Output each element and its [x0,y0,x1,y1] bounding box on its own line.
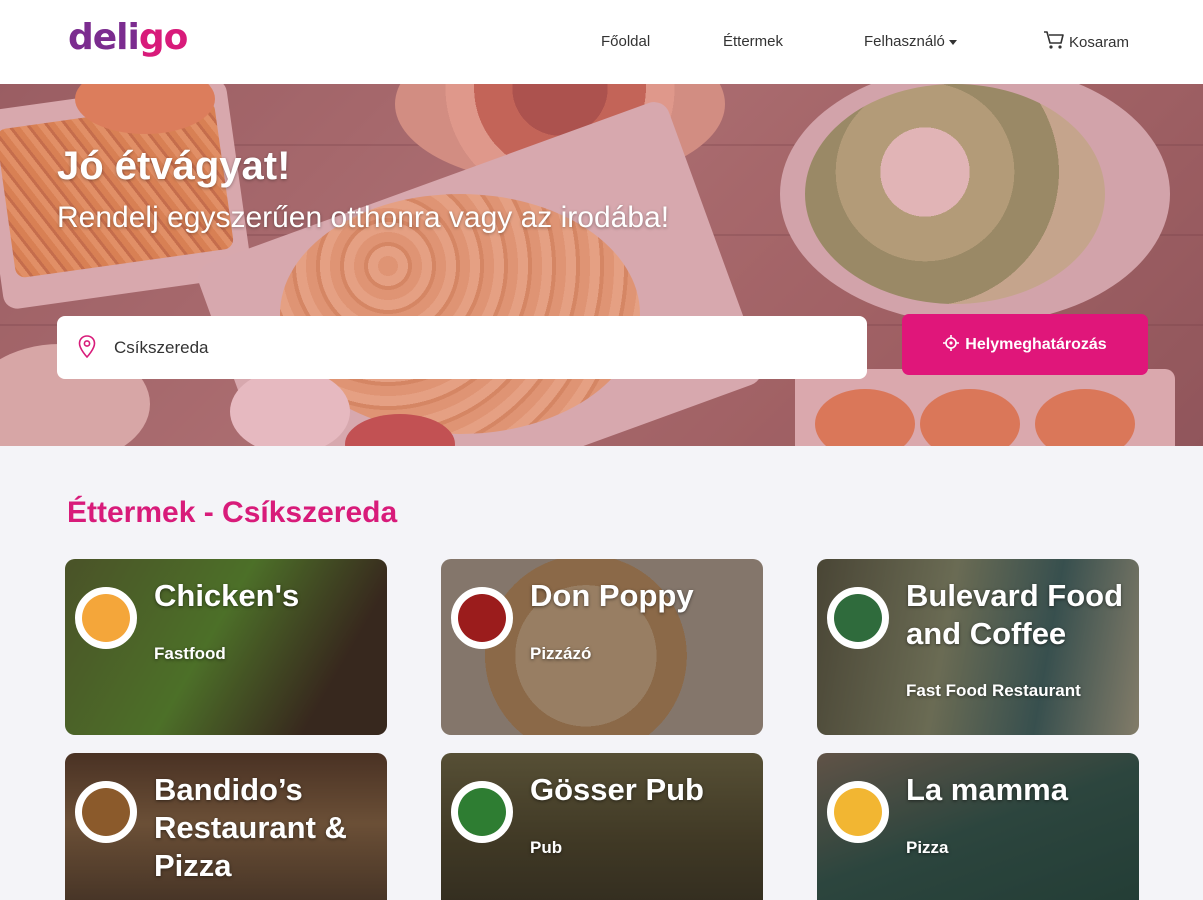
nav-user-label: Felhasználó [864,33,945,50]
bandidos-logo-icon [82,788,130,836]
hero-tint-overlay [0,84,1203,446]
restaurant-name: Bulevard Food and Coffee [906,578,1124,651]
caret-down-icon [948,39,957,45]
gosser-logo-icon [458,788,506,836]
hero-title: Jó étvágyat! [57,144,291,188]
nav-cart-link[interactable]: Kosaram [1043,30,1129,55]
restaurant-name: Bandido’s Restaurant & Pizza [154,772,347,883]
restaurant-card[interactable]: Chicken's Fastfood [65,559,387,735]
location-pin-icon [78,335,96,359]
la-mamma-logo-icon [834,788,882,836]
logo-text-part1: deli [68,17,140,58]
restaurant-name: Don Poppy [530,578,694,613]
nav-home-link[interactable]: Főoldal [601,30,650,54]
restaurants-section-title: Éttermek - Csíkszereda [67,496,398,529]
restaurant-logo [451,587,513,649]
locate-me-button[interactable]: Helymeghatározás [902,314,1148,375]
hero-subtitle: Rendelj egyszerűen otthonra vagy az irod… [57,201,670,234]
navbar: deligo Főoldal Éttermek Felhasználó Kosa… [0,0,1203,84]
restaurant-card[interactable]: Bandido’s Restaurant & Pizza [65,753,387,900]
restaurant-type: Fast Food Restaurant [906,681,1081,700]
restaurant-logo [451,781,513,843]
restaurant-card[interactable]: Don Poppy Pizzázó [441,559,763,735]
restaurant-name: Gösser Pub [530,772,704,807]
cart-icon [1044,31,1064,49]
restaurant-type: Fastfood [154,644,226,663]
restaurant-type: Pizza [906,838,949,857]
location-search-input[interactable]: Csíkszereda [57,316,867,379]
restaurant-name: Chicken's [154,578,300,613]
restaurant-card[interactable]: La mamma Pizza [817,753,1139,900]
don-poppy-logo-icon [458,594,506,642]
restaurant-logo [75,781,137,843]
nav-restaurants-link[interactable]: Éttermek [723,30,783,54]
restaurant-logo [827,781,889,843]
restaurant-type: Pub [530,838,563,857]
chicken-logo-icon [82,594,130,642]
nav-cart-label: Kosaram [1069,34,1130,51]
logo-text-part2: go [138,17,189,58]
location-search-value: Csíkszereda [114,338,209,357]
nav-user-dropdown[interactable]: Felhasználó [864,30,957,54]
restaurant-card[interactable]: Bulevard Food and Coffee Fast Food Resta… [817,559,1139,735]
locate-me-label: Helymeghatározás [965,336,1107,353]
restaurant-card[interactable]: Gösser Pub Pub [441,753,763,900]
hero-banner: Jó étvágyat! Rendelj egyszerűen otthonra… [0,84,1203,446]
crosshair-icon [943,335,960,351]
restaurant-name: La mamma [906,772,1068,807]
restaurant-type: Pizzázó [530,644,592,663]
deligo-logo[interactable]: deligo [68,14,189,62]
bulevard-logo-icon [834,594,882,642]
restaurant-logo [827,587,889,649]
restaurant-logo [75,587,137,649]
